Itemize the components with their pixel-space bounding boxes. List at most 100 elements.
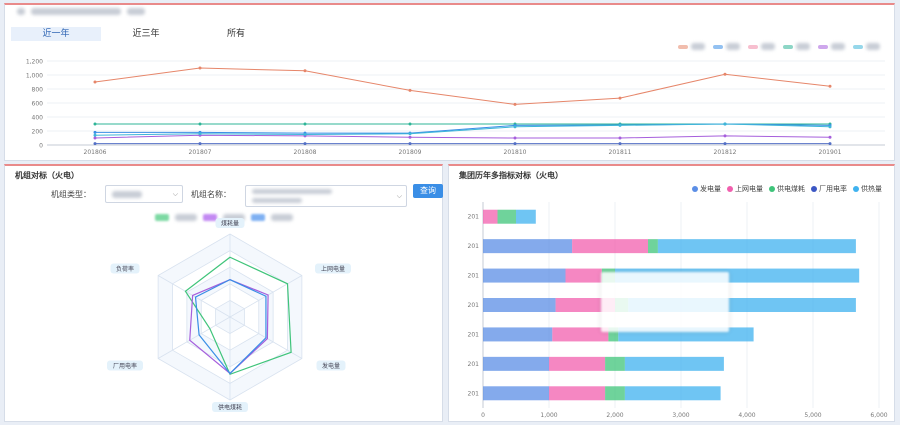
- bar-segment: [497, 209, 516, 224]
- y-tick-label: 201: [468, 214, 480, 221]
- data-point: [618, 142, 622, 146]
- x-tick-label: 201809: [399, 149, 422, 156]
- series-line: [94, 67, 831, 105]
- bar-segment: [648, 239, 658, 254]
- x-tick-label: 201901: [819, 149, 842, 156]
- data-point: [198, 142, 202, 146]
- y-tick-label: 201: [468, 390, 480, 397]
- indicator-label: 厂用电率: [113, 362, 137, 370]
- y-tick-label: 201: [468, 273, 480, 280]
- data-point: [93, 80, 97, 84]
- data-point: [408, 135, 412, 139]
- y-tick-label: 201: [468, 243, 480, 250]
- x-tick-label: 6,000: [870, 412, 887, 419]
- y-tick-label: 201: [468, 331, 480, 338]
- x-tick-label: 201806: [84, 149, 107, 156]
- data-point: [93, 122, 97, 126]
- data-point: [408, 142, 412, 146]
- data-point: [198, 66, 202, 70]
- y-tick-label: 1,000: [26, 73, 43, 80]
- data-point: [93, 136, 97, 140]
- data-point: [828, 135, 832, 139]
- indicator-label: 负荷率: [116, 265, 134, 273]
- data-point: [303, 69, 307, 73]
- data-point: [198, 132, 202, 136]
- bar-segment: [549, 356, 606, 371]
- bar-segment: [483, 268, 566, 283]
- bar-segment: [565, 268, 602, 283]
- unit-benchmark-panel: 机组对标（火电） 机组类型： ⌵ 机组名称： ⌵ 查询 煤耗量 上网电量 发电量 供电…: [4, 164, 443, 422]
- data-point: [618, 96, 622, 100]
- y-tick-label: 201: [468, 302, 480, 309]
- bar-segment: [483, 239, 573, 254]
- indicator-label: 供电煤耗: [218, 404, 242, 412]
- bar-segment: [483, 356, 549, 371]
- x-tick-label: 201807: [189, 149, 212, 156]
- data-point: [93, 130, 97, 134]
- bar-segment: [483, 209, 498, 224]
- x-tick-label: 5,000: [804, 412, 821, 419]
- data-point: [93, 142, 97, 146]
- x-tick-label: 0: [481, 412, 485, 419]
- x-tick-label: 3,000: [672, 412, 689, 419]
- data-point: [303, 142, 307, 146]
- y-tick-label: 600: [32, 101, 44, 108]
- dashboard: 近一年 近三年 所有 0 200 400 600 800 1,000 1,200 201806…: [0, 0, 900, 425]
- data-point: [723, 72, 727, 76]
- y-tick-label: 400: [32, 115, 44, 122]
- bar-segment: [572, 239, 648, 254]
- bar-segment: [549, 386, 606, 401]
- data-point: [723, 142, 727, 146]
- data-point: [303, 133, 307, 136]
- bar-segment: [483, 298, 556, 312]
- data-point: [723, 134, 727, 138]
- series-line: [95, 123, 831, 134]
- data-point: [93, 133, 97, 137]
- trend-line-chart: 0 200 400 600 800 1,000 1,200 201806 201807 20180…: [26, 59, 885, 156]
- bar-segment: [483, 327, 553, 342]
- x-tick-label: 201810: [504, 149, 527, 156]
- data-point: [198, 122, 202, 126]
- y-tick-label: 200: [32, 129, 44, 136]
- bar-segment: [624, 386, 721, 401]
- y-tick-label: 800: [32, 87, 44, 94]
- data-point: [513, 142, 517, 146]
- data-point: [408, 122, 412, 126]
- y-tick-label: 0: [39, 143, 43, 150]
- y-tick-label: 1,200: [26, 59, 43, 66]
- x-tick-label: 1,000: [540, 412, 557, 419]
- x-tick-label: 201812: [714, 149, 737, 156]
- data-point: [618, 123, 622, 127]
- data-point: [513, 125, 517, 129]
- data-point: [513, 102, 517, 106]
- indicator-label: 上网电量: [321, 265, 345, 273]
- trend-panel: 近一年 近三年 所有 0 200 400 600 800 1,000 1,200 201806…: [4, 3, 895, 161]
- group-benchmark-panel: 集团历年多指标对标（火电） 发电量 上网电量 供电煤耗 厂用电率 供热量 0 1,…: [448, 164, 895, 422]
- data-point: [513, 136, 517, 140]
- bar-segment: [657, 239, 856, 254]
- x-tick-label: 2,000: [606, 412, 623, 419]
- tooltip-overlay: [601, 272, 729, 332]
- data-point: [408, 88, 412, 92]
- data-point: [828, 142, 832, 146]
- data-point: [408, 132, 412, 136]
- bar-segment: [605, 386, 625, 401]
- y-tick-label: 201: [468, 361, 480, 368]
- x-tick-label: 201808: [294, 149, 317, 156]
- bar-segment: [483, 386, 549, 401]
- radar-chart: 煤耗量上网电量发电量供电煤耗 厂用电率 负荷率: [107, 218, 351, 412]
- indicator-label: 煤耗量: [221, 220, 239, 228]
- data-point: [618, 136, 622, 140]
- x-tick-label: 4,000: [738, 412, 755, 419]
- bar-segment: [552, 327, 609, 342]
- data-point: [723, 122, 727, 126]
- data-point: [303, 122, 307, 126]
- bar-segment: [605, 356, 625, 371]
- data-point: [828, 84, 832, 88]
- indicator-label: 发电量: [322, 362, 340, 370]
- x-tick-label: 201811: [609, 149, 632, 156]
- series-line: [94, 134, 831, 139]
- bar-segment: [624, 356, 724, 371]
- bar-segment: [516, 209, 536, 224]
- data-point: [828, 125, 832, 129]
